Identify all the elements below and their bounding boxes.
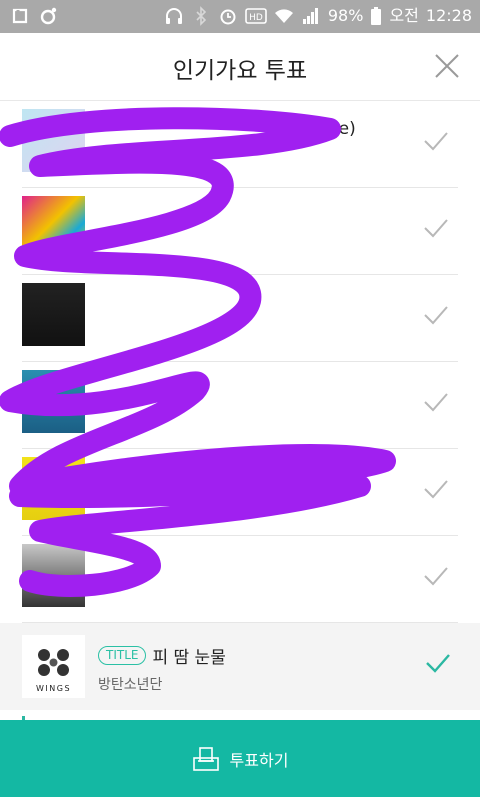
check-icon[interactable] (422, 388, 450, 416)
close-icon[interactable] (432, 51, 462, 81)
album-thumbnail (22, 457, 85, 520)
list-item[interactable]: te) (22, 101, 458, 188)
album-thumbnail (22, 196, 85, 259)
song-info: ) (250, 293, 257, 313)
album-thumbnail (22, 109, 85, 172)
list-item[interactable]: ) (22, 449, 458, 536)
bluetooth-icon (196, 6, 207, 26)
header: 인기가요 투표 (0, 33, 480, 101)
status-time: 12:28 (425, 6, 472, 25)
list-item-selected[interactable]: WINGS TITLE 피 땀 눈물 방탄소년단 (0, 623, 480, 710)
check-icon[interactable] (422, 214, 450, 242)
signal-icon (302, 8, 318, 24)
album-text: WINGS (36, 684, 71, 693)
list-item[interactable] (22, 362, 458, 449)
title-badge: TITLE (98, 646, 147, 665)
list-item[interactable] (22, 536, 458, 623)
vote-button[interactable]: 투표하기 (0, 720, 480, 797)
song-title-row: TITLE 피 땀 눈물 (98, 643, 226, 668)
wifi-icon (274, 9, 293, 23)
check-icon[interactable] (422, 562, 450, 590)
album-thumbnail (22, 283, 85, 346)
battery-percent: 98% (327, 6, 364, 25)
headset-icon (165, 8, 182, 24)
check-icon-selected[interactable] (424, 649, 452, 677)
app-notification-icon (12, 8, 28, 24)
status-left-icons (10, 6, 58, 26)
list-item[interactable]: ) (22, 275, 458, 362)
song-title-fragment: te) (332, 119, 356, 139)
battery-icon (371, 7, 382, 25)
check-icon[interactable] (422, 127, 450, 155)
song-info: ) (360, 469, 367, 489)
ring-notification-icon (40, 7, 57, 25)
status-bar: HD 98% 오전 12:28 (0, 0, 480, 33)
album-thumbnail (22, 544, 85, 607)
album-thumbnail (22, 370, 85, 433)
alarm-icon (220, 9, 236, 25)
song-list: te) ) ) WINGS TITLE 피 땀 눈물 방탄소년단 (0, 101, 480, 710)
check-icon[interactable] (422, 301, 450, 329)
list-item[interactable] (22, 188, 458, 275)
hd-icon: HD (245, 8, 267, 24)
album-thumbnail-wings: WINGS (22, 635, 85, 698)
song-info: TITLE 피 땀 눈물 방탄소년단 (98, 643, 226, 694)
status-right-icons: HD 98% 오전 12:28 (164, 6, 472, 26)
status-ampm: 오전 (389, 6, 419, 25)
song-title-fragment: ) (250, 293, 257, 313)
song-info: te) (332, 119, 356, 139)
wings-album-art: WINGS (36, 649, 71, 693)
ballot-box-icon (192, 746, 219, 771)
page-title: 인기가요 투표 (172, 58, 308, 84)
artist-name: 방탄소년단 (98, 677, 163, 693)
svg-text:HD: HD (249, 13, 263, 23)
song-title: 피 땀 눈물 (152, 648, 226, 668)
vote-button-label: 투표하기 (229, 750, 289, 770)
check-icon[interactable] (422, 475, 450, 503)
song-title-fragment: ) (360, 469, 367, 489)
